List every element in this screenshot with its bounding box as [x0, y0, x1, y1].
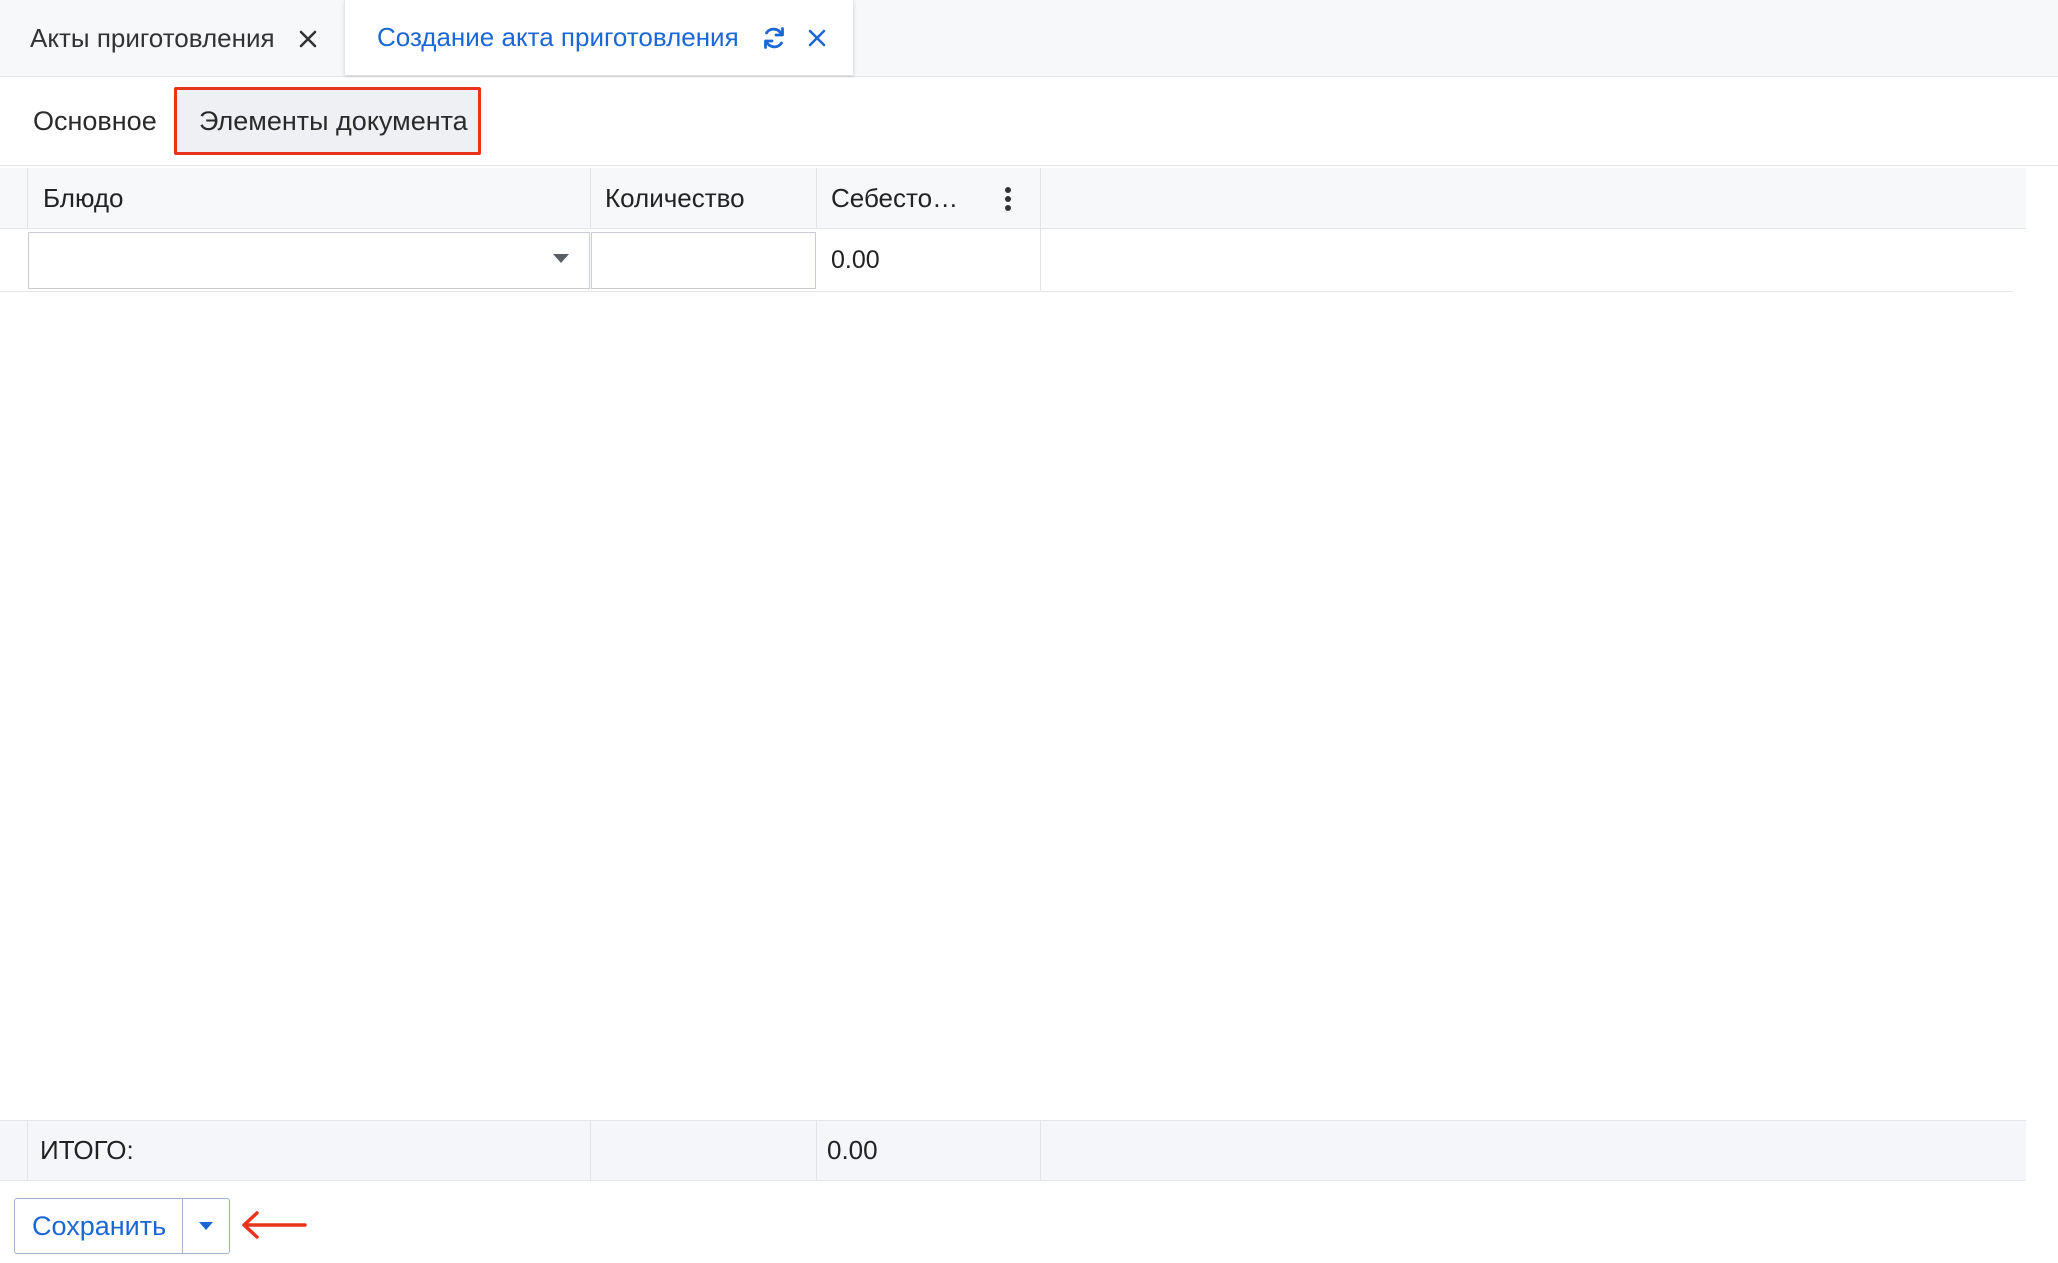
- close-icon[interactable]: [807, 28, 827, 48]
- column-divider: [27, 168, 28, 228]
- tab-cooking-acts[interactable]: Акты приготовления: [0, 0, 343, 77]
- kebab-menu-icon[interactable]: [996, 182, 1020, 216]
- table-row: 0.00: [0, 229, 2013, 292]
- tab-label: Акты приготовления: [30, 23, 275, 53]
- quantity-input[interactable]: [591, 232, 816, 289]
- tab-document-items[interactable]: Элементы документа: [174, 87, 481, 155]
- section-tab-bar: Основное Элементы документа: [0, 78, 2058, 166]
- caret-down-icon[interactable]: [553, 254, 569, 263]
- column-divider: [816, 168, 817, 228]
- column-header-dish[interactable]: Блюдо: [43, 168, 124, 228]
- cost-cell: 0.00: [831, 246, 880, 274]
- tab-main[interactable]: Основное: [33, 87, 157, 155]
- total-cost: 0.00: [827, 1135, 878, 1165]
- grid-header: Блюдо Количество Себесто…: [0, 168, 2026, 229]
- tab-label: Создание акта приготовления: [377, 22, 739, 52]
- caret-down-icon: [199, 1222, 214, 1230]
- close-icon[interactable]: [297, 28, 319, 50]
- column-divider: [816, 1121, 817, 1180]
- dish-select[interactable]: [28, 232, 590, 289]
- column-divider: [1040, 1121, 1041, 1180]
- app-window: Акты приготовления Создание акта пригото…: [0, 0, 2058, 1263]
- tab-create-cooking-act[interactable]: Создание акта приготовления: [344, 0, 854, 75]
- column-divider: [27, 1121, 28, 1180]
- arrow-left-icon: [241, 1210, 307, 1240]
- column-divider: [1040, 229, 1041, 291]
- column-divider: [590, 168, 591, 228]
- document-tab-bar: Акты приготовления Создание акта пригото…: [0, 0, 2058, 77]
- column-divider: [1040, 168, 1041, 228]
- column-header-quantity[interactable]: Количество: [605, 168, 745, 228]
- footer-toolbar: Сохранить: [0, 1182, 2058, 1263]
- save-split-button: Сохранить: [14, 1198, 231, 1254]
- grid-totals-row: ИТОГО: 0.00: [0, 1120, 2026, 1181]
- save-button[interactable]: Сохранить: [15, 1199, 184, 1253]
- save-dropdown-button[interactable]: [183, 1199, 229, 1253]
- column-divider: [590, 1121, 591, 1180]
- refresh-icon[interactable]: [761, 25, 787, 51]
- total-label: ИТОГО:: [40, 1135, 134, 1165]
